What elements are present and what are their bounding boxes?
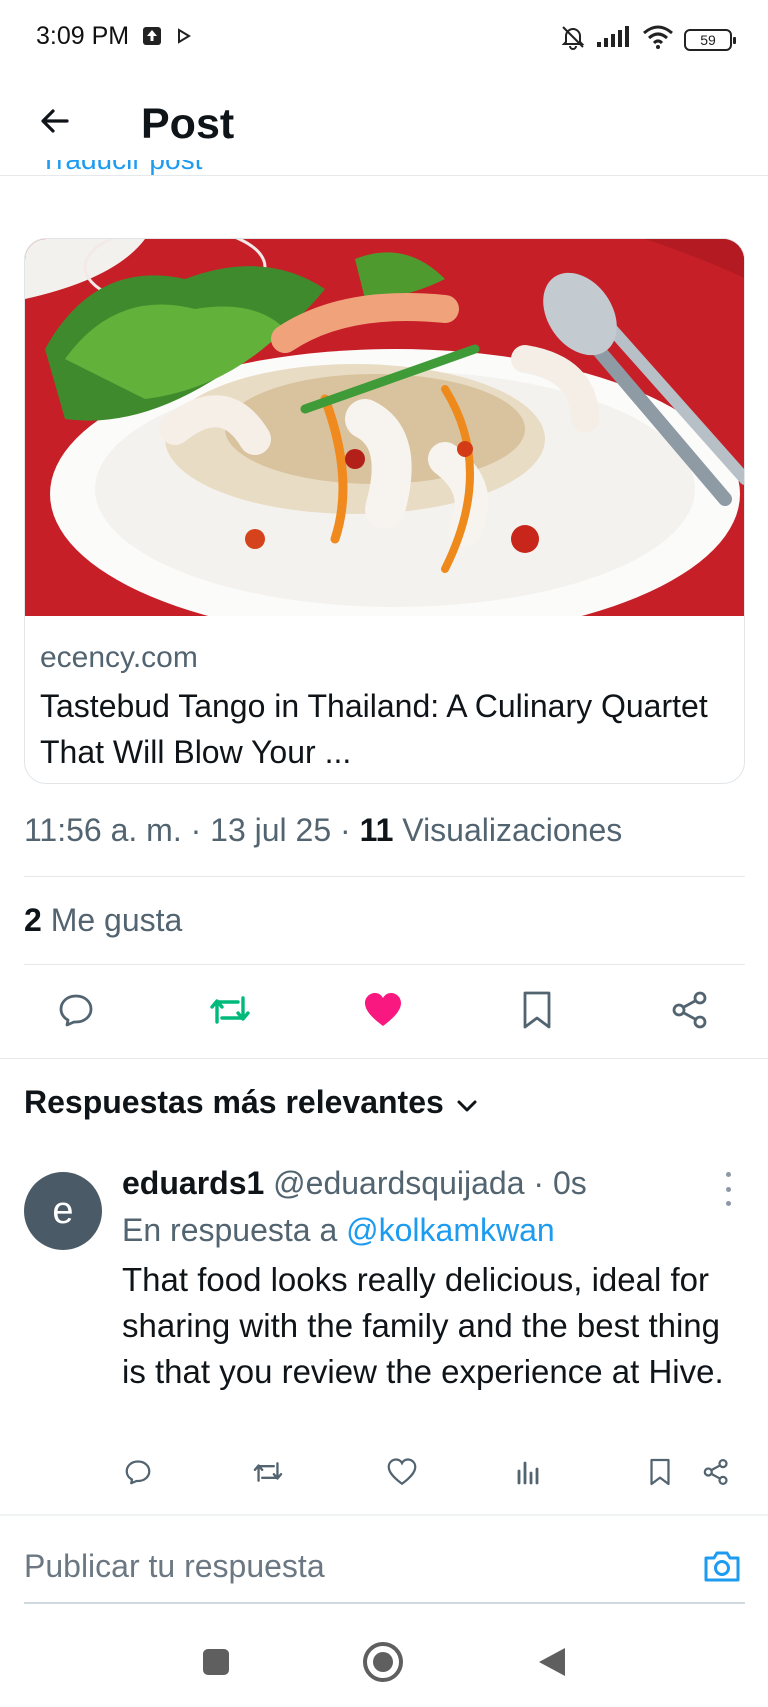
system-navigation-bar: [0, 1620, 768, 1707]
heart-filled-icon: [363, 991, 403, 1034]
translate-post-link[interactable]: Traducir post: [40, 160, 340, 178]
triangle-back-icon: [535, 1645, 569, 1684]
link-title: Tastebud Tango in Thailand: A Culinary Q…: [40, 688, 708, 770]
more-dot-icon: [725, 1172, 731, 1177]
reply-action-bar: [0, 1456, 768, 1492]
share-button[interactable]: [666, 988, 714, 1036]
views-count: 11: [359, 812, 394, 848]
reply-icon: [123, 1457, 153, 1492]
likes-summary[interactable]: 2 Me gusta: [24, 902, 182, 939]
reply-share-button[interactable]: [698, 1456, 734, 1492]
arrow-left-icon: [37, 103, 73, 144]
mute-icon: [560, 24, 586, 55]
reply-to-line: En respuesta a @kolkamkwan: [122, 1212, 555, 1248]
reply-like-button[interactable]: [384, 1456, 420, 1492]
upload-icon: [142, 26, 162, 51]
divider: [24, 964, 745, 965]
more-options-button[interactable]: [718, 1172, 738, 1206]
more-dot-icon: [725, 1201, 731, 1206]
home-button[interactable]: [361, 1641, 405, 1688]
reply-repost-button[interactable]: [250, 1456, 286, 1492]
reply-compose-input[interactable]: [24, 1548, 664, 1585]
battery-icon: 59: [684, 28, 736, 51]
divider: [0, 1514, 768, 1516]
reply-author-name[interactable]: eduards1: [122, 1165, 264, 1201]
views-label: Visualizaciones: [393, 812, 623, 848]
reply-views-button[interactable]: [510, 1456, 546, 1492]
share-icon: [670, 990, 710, 1035]
reply-button[interactable]: [52, 988, 100, 1036]
signal-icon: [596, 26, 632, 53]
likes-label: Me gusta: [41, 902, 183, 938]
home-circle-icon: [362, 1641, 404, 1688]
back-button[interactable]: [30, 98, 80, 148]
reply-author-handle: @eduardsquijada · 0s: [264, 1165, 587, 1201]
chevron-down-icon: [456, 1084, 478, 1121]
link-domain: ecency.com: [40, 641, 198, 674]
camera-icon: [702, 1548, 742, 1589]
repost-icon: [208, 990, 252, 1035]
like-button[interactable]: [359, 988, 407, 1036]
analytics-icon: [515, 1459, 541, 1490]
avatar[interactable]: e: [24, 1172, 102, 1250]
replies-sort-label: Respuestas más relevantes: [24, 1084, 444, 1120]
repost-icon: [252, 1457, 284, 1492]
share-icon: [702, 1458, 730, 1491]
reply-text: That food looks really delicious, ideal …: [122, 1261, 724, 1390]
status-bar: 3:09 PM 59: [0, 0, 768, 80]
reply-to-user-link[interactable]: @kolkamkwan: [346, 1212, 555, 1248]
bookmark-icon: [648, 1457, 672, 1492]
compose-underline: [24, 1602, 745, 1604]
link-preview-image: [25, 239, 744, 616]
wifi-icon: [642, 25, 674, 54]
reply-header: eduards1 @eduardsquijada · 0s: [122, 1165, 587, 1202]
square-icon: [201, 1647, 231, 1682]
divider: [0, 1058, 768, 1059]
repost-button[interactable]: [206, 988, 254, 1036]
page-title: Post: [141, 100, 235, 148]
post-action-bar: [0, 974, 768, 1050]
back-nav-button[interactable]: [530, 1642, 574, 1686]
reply-icon: [56, 990, 96, 1035]
bookmark-button[interactable]: [513, 988, 561, 1036]
bookmark-icon: [520, 990, 554, 1035]
post-meta: 11:56 a. m. · 13 jul 25 · 11 Visualizaci…: [24, 812, 622, 849]
reply-reply-button[interactable]: [120, 1456, 156, 1492]
recents-button[interactable]: [194, 1642, 238, 1686]
play-icon: [176, 27, 192, 50]
more-dot-icon: [725, 1186, 731, 1192]
camera-button[interactable]: [700, 1546, 744, 1590]
reply-bookmark-button[interactable]: [642, 1456, 678, 1492]
post-timestamp: 11:56 a. m. · 13 jul 25 ·: [24, 812, 360, 848]
heart-icon: [387, 1457, 417, 1491]
status-time: 3:09 PM: [36, 22, 130, 50]
replies-sort-dropdown[interactable]: Respuestas más relevantes: [24, 1084, 478, 1121]
link-preview-card[interactable]: ecency.com Tastebud Tango in Thailand: A…: [24, 238, 745, 784]
likes-count: 2: [24, 902, 42, 938]
divider: [24, 876, 745, 877]
